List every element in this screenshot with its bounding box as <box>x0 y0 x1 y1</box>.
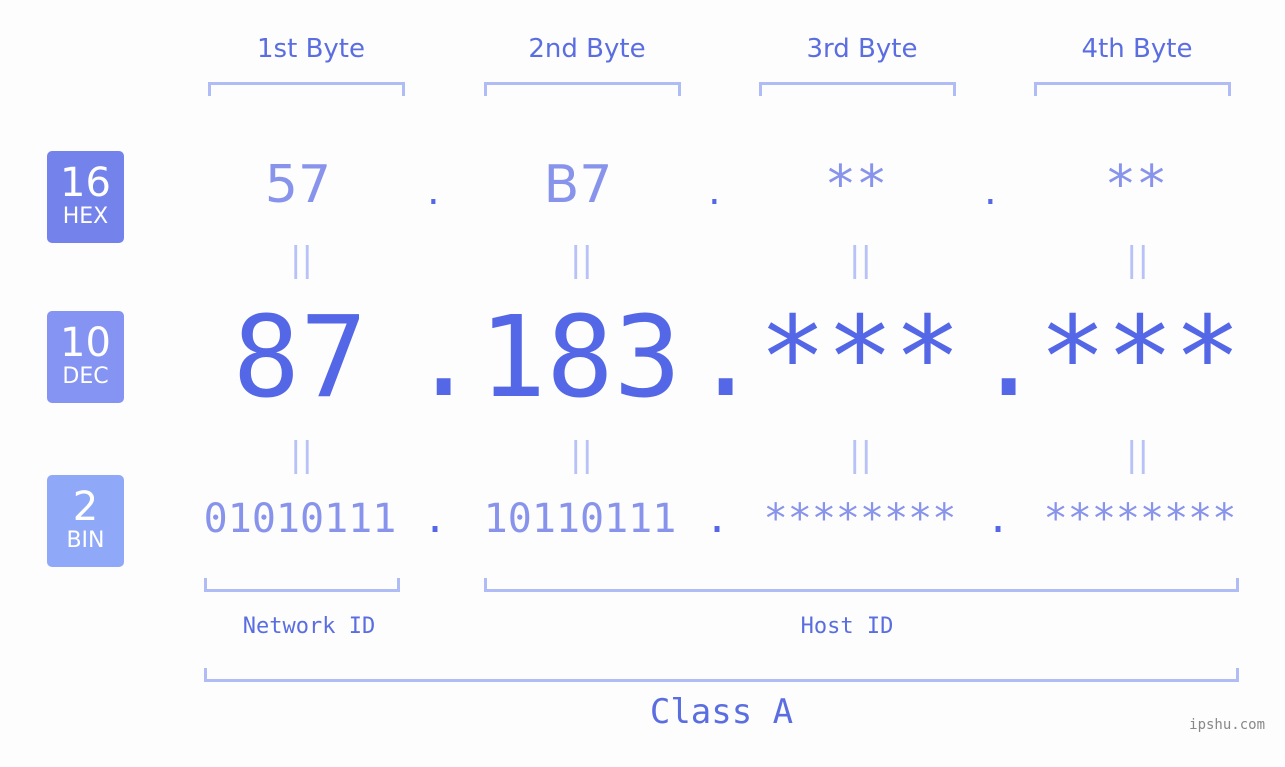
watermark: ipshu.com <box>1189 717 1265 733</box>
hex-separator-1: . <box>427 168 440 214</box>
equals-dec-bin-4: || <box>1126 435 1149 475</box>
dec-byte-3: *** <box>758 293 962 423</box>
equals-hex-dec-2: || <box>570 240 593 280</box>
hex-separator-3: . <box>984 168 997 214</box>
equals-hex-dec-1: || <box>290 240 313 280</box>
bin-byte-1: 01010111 <box>203 496 397 542</box>
class-label: Class A <box>649 692 794 732</box>
bin-base-number: 2 <box>72 484 99 530</box>
equals-dec-bin-2: || <box>570 435 593 475</box>
network-id-label: Network ID <box>242 614 376 639</box>
host-id-bracket <box>484 578 1239 592</box>
hex-byte-2: B7 <box>543 155 613 215</box>
dec-byte-2: 183 <box>478 293 682 423</box>
byte-bracket-2 <box>484 82 681 96</box>
host-id-label: Host ID <box>800 614 894 639</box>
bin-byte-2: 10110111 <box>483 496 677 542</box>
byte-bracket-3 <box>759 82 956 96</box>
dec-byte-4: *** <box>1038 293 1242 423</box>
equals-hex-dec-4: || <box>1126 240 1149 280</box>
dec-separator-3: . <box>975 292 1043 422</box>
hex-badge: 16 HEX <box>47 151 124 243</box>
hex-byte-4: ** <box>1104 155 1168 215</box>
byte-label-3: 3rd Byte <box>806 34 918 64</box>
byte-label-2: 2nd Byte <box>528 34 646 64</box>
hex-byte-1: 57 <box>264 155 332 215</box>
hex-separator-2: . <box>708 168 721 214</box>
class-bracket <box>204 668 1239 682</box>
equals-dec-bin-3: || <box>849 435 872 475</box>
hex-byte-3: ** <box>824 155 888 215</box>
hex-base-number: 16 <box>60 160 111 206</box>
bin-base-label: BIN <box>66 528 105 553</box>
dec-base-label: DEC <box>62 364 109 389</box>
bin-separator-2: . <box>705 496 730 542</box>
dec-base-number: 10 <box>60 320 111 366</box>
byte-bracket-1 <box>208 82 405 96</box>
dec-badge: 10 DEC <box>47 311 124 403</box>
network-id-bracket <box>204 578 400 592</box>
byte-label-1: 1st Byte <box>257 34 365 64</box>
bin-separator-1: . <box>423 496 448 542</box>
dec-byte-1: 87 <box>232 293 368 423</box>
bin-byte-4: ******** <box>1043 496 1237 542</box>
bin-separator-3: . <box>986 496 1011 542</box>
byte-bracket-4 <box>1034 82 1231 96</box>
bin-byte-3: ******** <box>763 496 957 542</box>
dec-separator-1: . <box>410 292 478 422</box>
hex-base-label: HEX <box>62 204 109 229</box>
bin-badge: 2 BIN <box>47 475 124 567</box>
dec-separator-2: . <box>692 292 760 422</box>
equals-hex-dec-3: || <box>849 240 872 280</box>
byte-label-4: 4th Byte <box>1081 34 1193 64</box>
equals-dec-bin-1: || <box>290 435 313 475</box>
